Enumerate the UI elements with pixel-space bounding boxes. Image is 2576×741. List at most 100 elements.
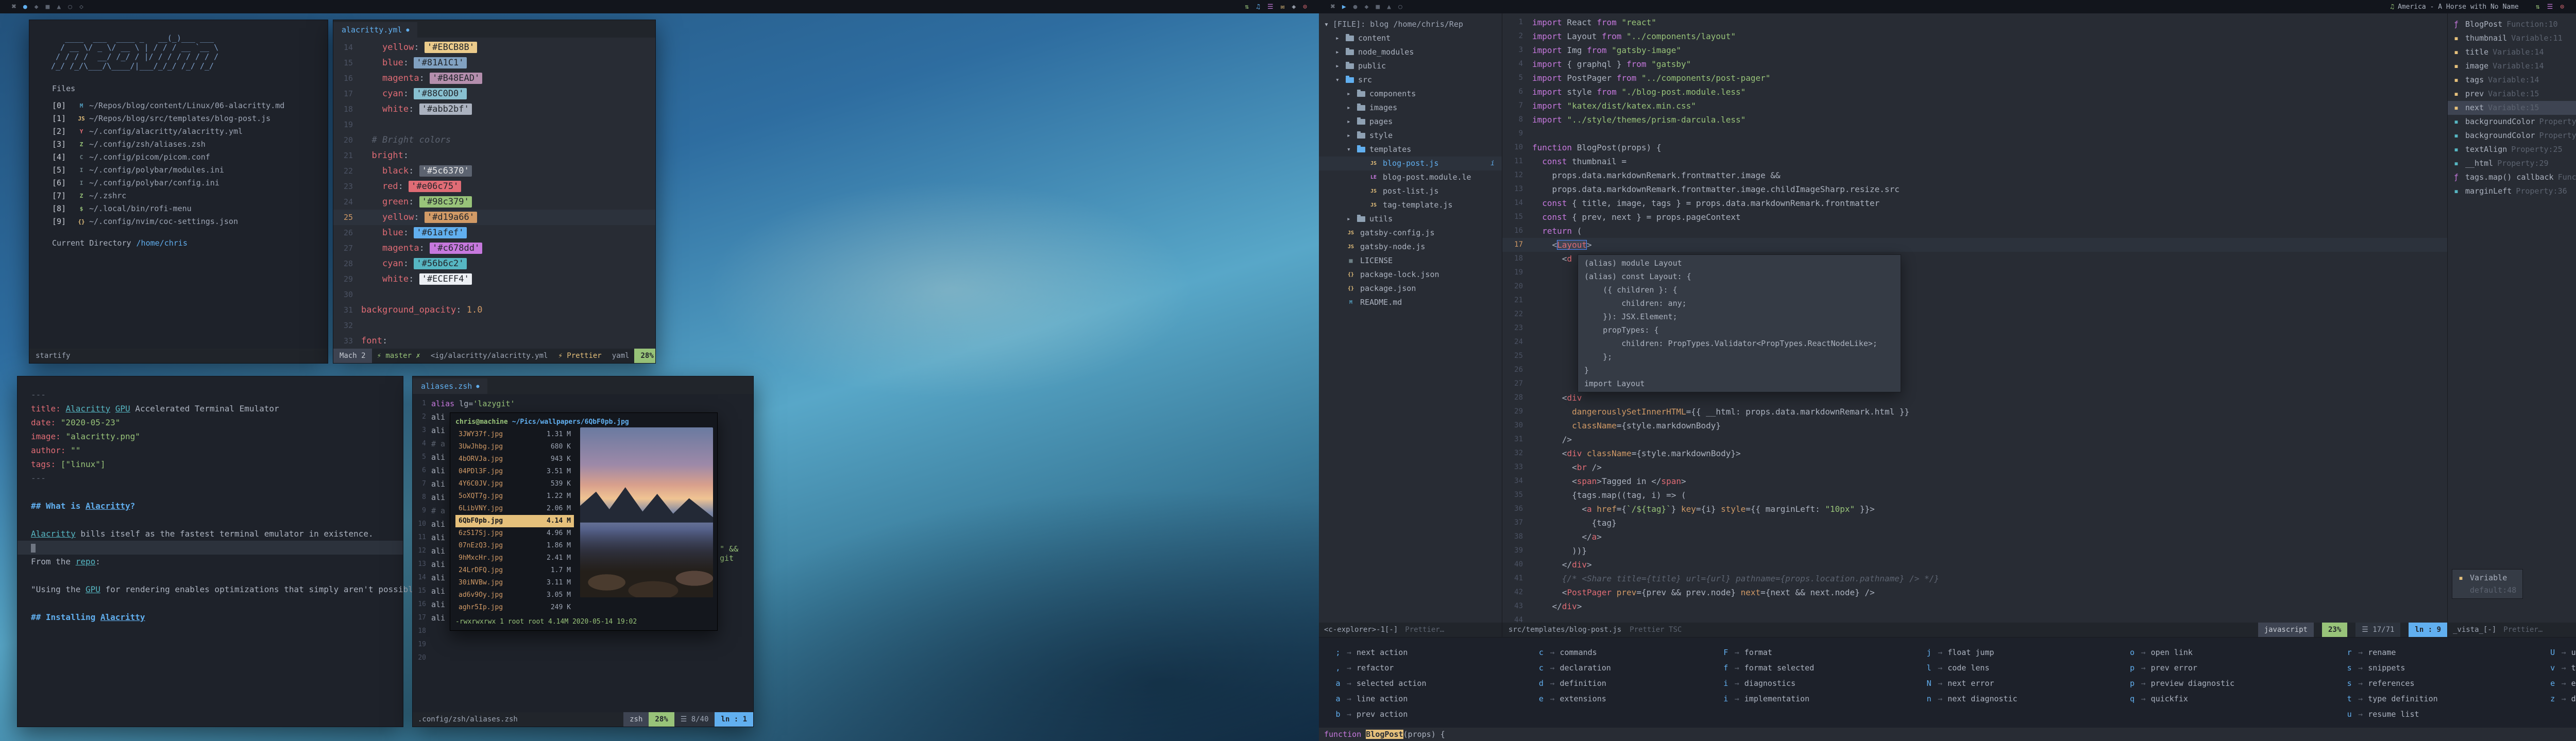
ranger-file-row[interactable]: 07nEzQ3.jpg1.86 M xyxy=(455,540,574,552)
yaml-line[interactable]: 24 green: '#98c379' xyxy=(333,194,655,210)
vista-symbol[interactable]: ƒtags.map() callbackFuncti… xyxy=(2448,170,2576,184)
whichkey-binding[interactable]: F→format xyxy=(1722,645,1815,660)
whichkey-binding[interactable]: o→open link xyxy=(2129,645,2235,660)
markdown-line[interactable]: author: "" xyxy=(18,443,403,457)
explorer-item-LICENSE[interactable]: ■LICENSE xyxy=(1319,254,1502,268)
updates-icon[interactable]: ⇅ xyxy=(1245,3,1249,11)
whichkey-binding[interactable]: c→declaration xyxy=(1537,660,1611,676)
markdown-line[interactable]: date: "2020-05-23" xyxy=(18,416,403,429)
startify-entry[interactable]: [2]Y~/.config/alacritty/alacritty.yml xyxy=(29,125,328,138)
startify-entry[interactable]: [3]Z~/.config/zsh/aliases.zsh xyxy=(29,138,328,151)
markdown-line[interactable]: ## Installing Alacritty xyxy=(18,610,403,624)
code-line[interactable]: 44 xyxy=(1502,613,2447,623)
yaml-line[interactable]: 15 blue: '#81A1C1' xyxy=(333,55,655,71)
code-line[interactable]: 2import Layout from "../components/layou… xyxy=(1502,29,2447,43)
explorer-item-public[interactable]: ▸public xyxy=(1319,59,1502,73)
workspace-6-icon[interactable]: ◇ xyxy=(79,3,83,11)
explorer-item-gatsby-node.js[interactable]: JSgatsby-node.js xyxy=(1319,240,1502,254)
explorer-item-templates[interactable]: ▾templates xyxy=(1319,143,1502,157)
volume-icon[interactable]: ⇅ xyxy=(2536,3,2540,11)
code-line[interactable]: 30 className={style.markdownBody} xyxy=(1502,419,2447,433)
ranger-file-row[interactable]: 5oXQT7g.jpg1.22 M xyxy=(455,490,574,503)
code-line[interactable]: 33 <br /> xyxy=(1502,460,2447,474)
markdown-line[interactable]: From the repo: xyxy=(18,555,403,568)
code-line[interactable]: 13 props.data.markdownRemark.frontmatter… xyxy=(1502,182,2447,196)
vista-symbol[interactable]: ▪tagsVariable:14 xyxy=(2448,73,2576,87)
whichkey-binding[interactable]: v→tag viewer xyxy=(2549,660,2576,676)
vista-symbol[interactable]: ▪nextVariable:15 xyxy=(2448,101,2576,115)
ranger-file-row[interactable]: 6QbF0pb.jpg4.14 M xyxy=(455,515,574,527)
whichkey-binding[interactable]: a→line action xyxy=(1334,691,1427,706)
music-icon[interactable]: ♫ xyxy=(1256,3,1260,11)
ranger-file-row[interactable]: ad6v9Oy.jpg3.05 M xyxy=(455,589,574,601)
markdown-line[interactable] xyxy=(18,513,403,527)
code-line[interactable]: 29 dangerouslySetInnerHTML={{ __html: pr… xyxy=(1502,405,2447,419)
markdown-line[interactable] xyxy=(18,485,403,499)
whichkey-binding[interactable]: d→definition xyxy=(1537,676,1611,691)
explorer-item-pages[interactable]: ▸pages xyxy=(1319,115,1502,129)
code-line[interactable]: 35 {tags.map((tag, i) => ( xyxy=(1502,488,2447,502)
now-playing[interactable]: ♫America - A Horse with No Name xyxy=(2386,3,2519,11)
whichkey-binding[interactable]: s→snippets xyxy=(2346,660,2438,676)
code-line[interactable]: 12 props.data.markdownRemark.frontmatter… xyxy=(1502,168,2447,182)
whichkey-binding[interactable]: e→extensions xyxy=(1537,691,1611,706)
zsh-line[interactable]: 20 xyxy=(413,651,753,665)
markdown-line[interactable]: tags: ["linux"] xyxy=(18,457,403,471)
workspace-1-icon[interactable]: ▶ xyxy=(1342,3,1346,11)
yaml-line[interactable]: 22 black: '#5c6370' xyxy=(333,163,655,179)
markdown-line[interactable] xyxy=(18,541,403,555)
yaml-line[interactable]: 25 yellow: '#d19a66' xyxy=(333,210,655,225)
whichkey-binding[interactable]: e→enable CoC xyxy=(2549,676,2576,691)
ranger-file-row[interactable]: 6zS17Sj.jpg4.96 M xyxy=(455,527,574,540)
launcher-icon[interactable]: ⌘ xyxy=(12,3,16,11)
ranger-file-row[interactable]: 24LrDFQ.jpg1.7 M xyxy=(455,564,574,577)
workspace-1-icon[interactable]: ● xyxy=(23,3,27,11)
vista-symbol[interactable]: ▪marginLeftProperty:36 xyxy=(2448,184,2576,198)
explorer-item-images[interactable]: ▸images xyxy=(1319,101,1502,115)
yaml-line[interactable]: 29 white: '#ECEFF4' xyxy=(333,271,655,287)
code-line[interactable]: 1import React from "react" xyxy=(1502,15,2447,29)
network-icon[interactable]: ◈ xyxy=(1292,3,1296,11)
code-line[interactable]: 10function BlogPost(props) { xyxy=(1502,141,2447,154)
code-line[interactable]: 40 </div> xyxy=(1502,558,2447,572)
vista-symbol[interactable]: ▪titleVariable:14 xyxy=(2448,45,2576,59)
tab-aliases-zsh[interactable]: aliases.zsh● xyxy=(413,378,487,394)
vista-symbol[interactable]: ▪imageVariable:14 xyxy=(2448,59,2576,73)
whichkey-binding[interactable]: U→update CoC xyxy=(2549,645,2576,660)
code-line[interactable]: 41 {/* <Share title={title} url={url} pa… xyxy=(1502,572,2447,585)
vista-symbol[interactable]: ▪backgroundColorProperty:20 xyxy=(2448,115,2576,129)
vista-symbol[interactable]: ▪backgroundColorProperty:24 xyxy=(2448,129,2576,143)
workspace-6-icon[interactable]: ○ xyxy=(1398,3,1402,11)
power-icon[interactable]: ⊙ xyxy=(2560,3,2564,11)
yaml-line[interactable]: 30 xyxy=(333,287,655,302)
power-icon[interactable]: ⊙ xyxy=(1303,3,1307,11)
code-line[interactable]: 3import Img from "gatsby-image" xyxy=(1502,43,2447,57)
code-line[interactable]: 31 /> xyxy=(1502,433,2447,446)
vista-symbol[interactable]: ƒBlogPostFunction:10 xyxy=(2448,18,2576,31)
workspace-4-icon[interactable]: ■ xyxy=(1376,3,1380,11)
yaml-line[interactable]: 27 magenta: '#c678dd' xyxy=(333,240,655,256)
startify-entry[interactable]: [4]C~/.config/picom/picom.conf xyxy=(29,151,328,164)
code-line[interactable]: 8import "../style/themes/prism-darcula.l… xyxy=(1502,113,2447,127)
whichkey-binding[interactable]: u→resume list xyxy=(2346,706,2438,722)
code-line[interactable]: 15 const { prev, next } = props.pageCont… xyxy=(1502,210,2447,224)
ranger-file-row[interactable]: aghr5Ip.jpg249 K xyxy=(455,601,574,614)
code-line[interactable]: 17 <Layout> xyxy=(1502,238,2447,252)
markdown-line[interactable]: image: "alacritty.png" xyxy=(18,429,403,443)
explorer-item-tag-template.js[interactable]: JStag-template.js xyxy=(1319,198,1502,212)
memory-icon[interactable]: ☰ xyxy=(2547,3,2553,11)
whichkey-binding[interactable]: b→prev action xyxy=(1334,706,1427,722)
code-line[interactable]: 42 <PostPager prev={prev && prev.node} n… xyxy=(1502,585,2447,599)
whichkey-binding[interactable]: p→prev error xyxy=(2129,660,2235,676)
startify-entry[interactable]: [0]M~/Repos/blog/content/Linux/06-alacri… xyxy=(29,99,328,112)
markdown-line[interactable] xyxy=(18,596,403,610)
ranger-file-row[interactable]: 3JWY37f.jpg1.31 M xyxy=(455,428,574,441)
launcher-icon[interactable]: ⌘ xyxy=(1331,3,1335,11)
yaml-line[interactable]: 18 white: '#abb2bf' xyxy=(333,101,655,117)
workspace-3-icon[interactable]: ■ xyxy=(45,3,49,11)
markdown-line[interactable]: --- xyxy=(18,471,403,485)
startify-entry[interactable]: [8]$~/.local/bin/rofi-menu xyxy=(29,202,328,215)
ranger-file-row[interactable]: 30iNVBw.jpg3.11 M xyxy=(455,577,574,589)
whichkey-binding[interactable]: q→quickfix xyxy=(2129,691,2235,706)
whichkey-binding[interactable]: j→float jump xyxy=(1925,645,2018,660)
